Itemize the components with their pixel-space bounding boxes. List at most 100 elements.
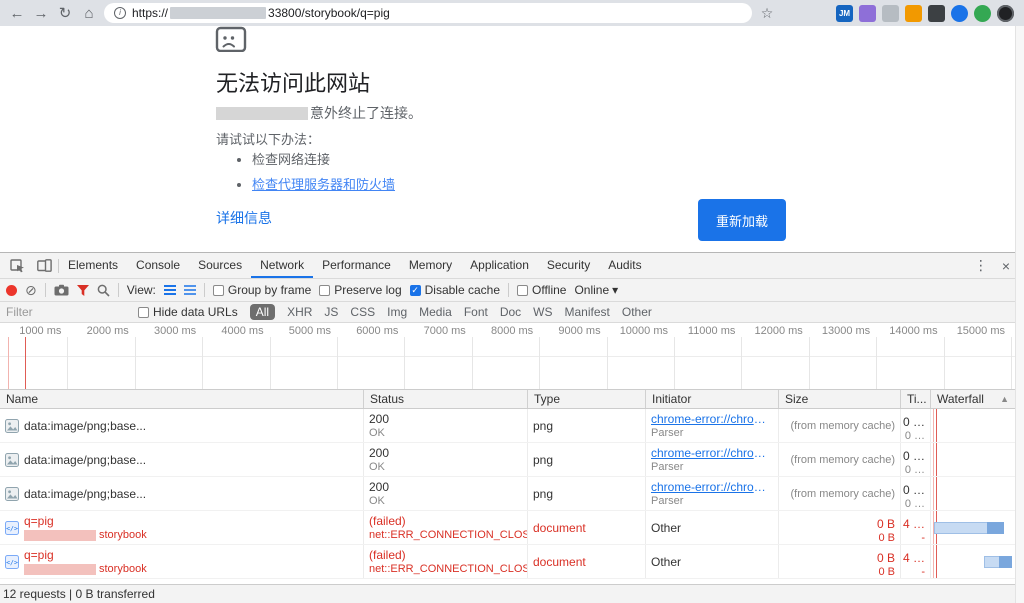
- initiator-text: Other: [651, 520, 682, 535]
- extension-icon[interactable]: [928, 4, 945, 22]
- extension-icon[interactable]: [951, 4, 968, 22]
- group-by-frame-checkbox[interactable]: Group by frame: [212, 283, 311, 297]
- extension-area: JM: [836, 4, 1016, 22]
- extension-icon[interactable]: [905, 4, 922, 22]
- initiator-link[interactable]: chrome-error://chromewe...: [651, 480, 773, 494]
- home-icon[interactable]: ⌂: [80, 6, 98, 21]
- tab-security[interactable]: Security: [538, 253, 599, 278]
- extension-icon[interactable]: [859, 4, 876, 22]
- filter-pill-font[interactable]: Font: [464, 305, 488, 319]
- load-event-line: [25, 337, 26, 389]
- scroll-up-arrow-icon[interactable]: ▲: [1000, 394, 1009, 404]
- profile-avatar-icon[interactable]: [974, 4, 991, 22]
- bookmark-star-icon[interactable]: ☆: [758, 6, 776, 20]
- inspect-element-icon[interactable]: [4, 258, 31, 273]
- hide-data-urls-checkbox[interactable]: Hide data URLs: [138, 305, 238, 319]
- status-text: OK: [369, 427, 385, 439]
- network-request-row[interactable]: data:image/png;base... 200 OK png chrome…: [0, 409, 1024, 443]
- reload-button[interactable]: 重新加载: [698, 199, 786, 241]
- address-bar[interactable]: i https:// 33800/storybook/q=pig: [104, 3, 752, 23]
- column-header-waterfall[interactable]: Waterfall ▲: [931, 390, 1024, 408]
- network-status-bar: 12 requests | 0 B transferred: [0, 584, 1024, 603]
- network-request-row[interactable]: data:image/png;base... 200 OK png chrome…: [0, 443, 1024, 477]
- request-latency: 0 …: [904, 498, 925, 510]
- column-header-status[interactable]: Status: [364, 390, 528, 408]
- details-button[interactable]: 详细信息: [216, 208, 272, 228]
- filter-pill-xhr[interactable]: XHR: [287, 305, 312, 319]
- timeline-divider: [0, 356, 1024, 357]
- checkbox-icon: [212, 284, 224, 296]
- filter-funnel-icon[interactable]: [76, 284, 89, 296]
- forward-icon[interactable]: →: [32, 6, 50, 21]
- request-type: document: [533, 520, 586, 535]
- back-icon[interactable]: ←: [8, 6, 26, 21]
- url-text: https:// 33800/storybook/q=pig: [132, 6, 390, 20]
- initiator-sub: Parser: [651, 461, 684, 473]
- network-request-row-failed[interactable]: </> q=pig storybook (failed) net::ERR_CO…: [0, 545, 1024, 579]
- tab-application[interactable]: Application: [461, 253, 538, 278]
- disable-cache-checkbox[interactable]: ✓ Disable cache: [409, 283, 500, 297]
- filter-pill-js[interactable]: JS: [324, 305, 338, 319]
- screenshot-camera-icon[interactable]: [54, 284, 69, 296]
- filter-input[interactable]: [6, 305, 126, 319]
- reload-icon[interactable]: ↻: [56, 6, 74, 21]
- large-rows-icon[interactable]: [163, 285, 176, 295]
- status-code: (failed): [369, 514, 406, 528]
- tab-memory[interactable]: Memory: [400, 253, 461, 278]
- filter-pill-doc[interactable]: Doc: [500, 305, 521, 319]
- column-header-type[interactable]: Type: [528, 390, 646, 408]
- tab-console[interactable]: Console: [127, 253, 189, 278]
- filter-pill-css[interactable]: CSS: [350, 305, 375, 319]
- filter-pill-img[interactable]: Img: [387, 305, 407, 319]
- image-file-icon: [5, 418, 19, 433]
- extension-icon[interactable]: [882, 4, 899, 22]
- request-latency: 0 …: [904, 430, 925, 442]
- page-scrollbar[interactable]: [1015, 26, 1024, 603]
- network-request-row[interactable]: data:image/png;base... 200 OK png chrome…: [0, 477, 1024, 511]
- preserve-log-checkbox[interactable]: Preserve log: [319, 283, 402, 297]
- network-filter-bar: Hide data URLs All XHR JS CSS Img Media …: [0, 302, 1024, 323]
- device-toolbar-icon[interactable]: [31, 259, 58, 272]
- initiator-link[interactable]: chrome-error://chromewe...: [651, 412, 773, 426]
- column-header-size[interactable]: Size: [779, 390, 901, 408]
- request-size: 0 B: [876, 551, 895, 565]
- column-header-name[interactable]: Name: [0, 390, 364, 408]
- devtools-close-icon[interactable]: ×: [1002, 258, 1010, 274]
- checkbox-icon: [138, 306, 149, 318]
- tab-network[interactable]: Network: [251, 253, 314, 278]
- clear-icon[interactable]: ⊘: [25, 283, 37, 297]
- filter-pill-media[interactable]: Media: [419, 305, 452, 319]
- request-type: png: [533, 452, 554, 467]
- url-tail: 33800/storybook/q=pig: [268, 6, 390, 20]
- overview-toggle-icon[interactable]: [183, 285, 196, 295]
- devtools-menu-icon[interactable]: ⋮: [974, 257, 988, 274]
- error-page: 无法访问此网站 意外终止了连接。 请试试以下办法： 检查网络连接 检查代理服务器…: [0, 26, 1024, 252]
- filter-pill-other[interactable]: Other: [622, 305, 652, 319]
- tab-audits[interactable]: Audits: [599, 253, 650, 278]
- search-icon[interactable]: [97, 284, 110, 297]
- throttling-select[interactable]: Online ▾: [574, 283, 618, 297]
- network-table-header: Name Status Type Initiator Size Ti... Wa…: [0, 390, 1024, 409]
- extension-icon[interactable]: JM: [836, 4, 853, 22]
- offline-checkbox[interactable]: Offline: [517, 283, 566, 297]
- tab-elements[interactable]: Elements: [59, 253, 127, 278]
- request-path: storybook: [99, 529, 147, 541]
- column-header-time[interactable]: Ti...: [901, 390, 931, 408]
- browser-menu-icon[interactable]: [997, 4, 1014, 22]
- request-time: 0 …: [902, 449, 925, 463]
- filter-pill-manifest[interactable]: Manifest: [565, 305, 610, 319]
- column-header-initiator[interactable]: Initiator: [646, 390, 779, 408]
- filter-pill-all[interactable]: All: [249, 304, 276, 320]
- initiator-link[interactable]: chrome-error://chromewe...: [651, 446, 773, 460]
- dcl-marker: [933, 545, 934, 578]
- initiator-text: Other: [651, 554, 682, 569]
- timeline-ruler[interactable]: 1000 ms 2000 ms 3000 ms 4000 ms 5000 ms 6000 …: [0, 323, 1024, 390]
- record-button[interactable]: [6, 284, 17, 296]
- network-request-row-failed[interactable]: </> q=pig storybook (failed) net::ERR_CO…: [0, 511, 1024, 545]
- filter-pill-ws[interactable]: WS: [533, 305, 552, 319]
- checkbox-label: Offline: [532, 283, 567, 297]
- tab-sources[interactable]: Sources: [189, 253, 251, 278]
- info-icon[interactable]: i: [114, 7, 126, 19]
- tab-performance[interactable]: Performance: [313, 253, 400, 278]
- proxy-settings-link[interactable]: 检查代理服务器和防火墙: [252, 177, 395, 192]
